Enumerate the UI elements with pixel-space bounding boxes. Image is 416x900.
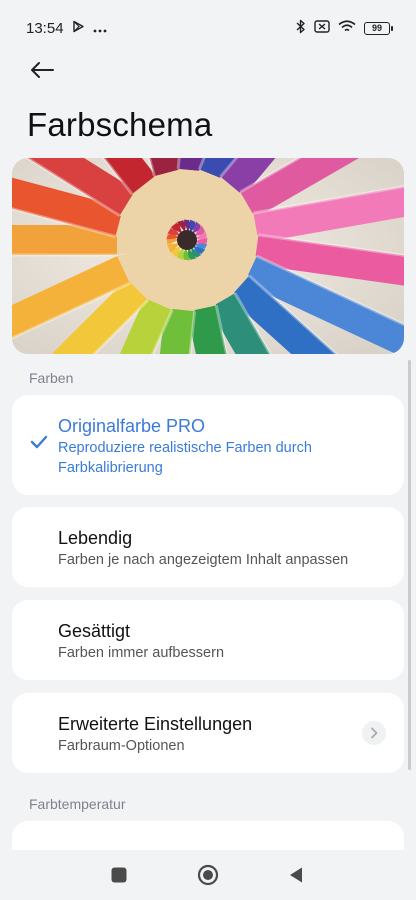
- option-subtitle: Farben je nach angezeigtem Inhalt anpass…: [58, 552, 349, 568]
- section-label-colors: Farben: [29, 370, 74, 386]
- advanced-subtitle: Farbraum-Optionen: [58, 738, 185, 754]
- option-subtitle: Farben immer aufbessern: [58, 645, 225, 661]
- chevron-right-icon: [362, 721, 386, 745]
- option-saturated[interactable]: Gesättigt Farben immer aufbessern: [12, 600, 404, 680]
- page-title: Farbschema: [27, 106, 213, 143]
- back-button[interactable]: [22, 56, 62, 88]
- more-dots-icon: [93, 20, 107, 37]
- wifi-icon: [338, 19, 356, 37]
- play-store-icon: [72, 20, 85, 37]
- advanced-title: Erweiterte Einstellungen: [58, 714, 253, 734]
- option-vivid[interactable]: Lebendig Farben je nach angezeigtem Inha…: [12, 507, 404, 587]
- scrollbar[interactable]: [408, 360, 411, 770]
- battery-icon: 99: [364, 21, 393, 35]
- navigation-bar: [0, 850, 416, 900]
- option-subtitle: Reproduziere realistische Farben durch F…: [58, 440, 312, 476]
- color-pencils-image: [12, 158, 404, 354]
- checkmark-icon: [30, 435, 48, 454]
- section-label-color-temperature: Farbtemperatur: [29, 796, 126, 812]
- option-title: Originalfarbe PRO: [58, 416, 206, 436]
- back-arrow-icon[interactable]: [29, 61, 55, 84]
- color-temperature-card[interactable]: [12, 821, 404, 850]
- battery-level: 99: [371, 23, 382, 33]
- status-time: 13:54: [26, 19, 64, 37]
- sim-off-icon: [314, 19, 330, 37]
- bluetooth-icon: [296, 19, 306, 38]
- status-bar: 13:54 99: [0, 0, 416, 56]
- option-title: Gesättigt: [58, 621, 131, 641]
- recents-square-icon[interactable]: [110, 866, 128, 884]
- option-title: Lebendig: [58, 528, 133, 548]
- option-original-color-pro[interactable]: Originalfarbe PRO Reproduziere realistis…: [12, 395, 404, 495]
- advanced-settings-item[interactable]: Erweiterte Einstellungen Farbraum-Option…: [12, 693, 404, 773]
- home-circle-icon[interactable]: [197, 864, 219, 886]
- back-triangle-icon[interactable]: [288, 866, 304, 884]
